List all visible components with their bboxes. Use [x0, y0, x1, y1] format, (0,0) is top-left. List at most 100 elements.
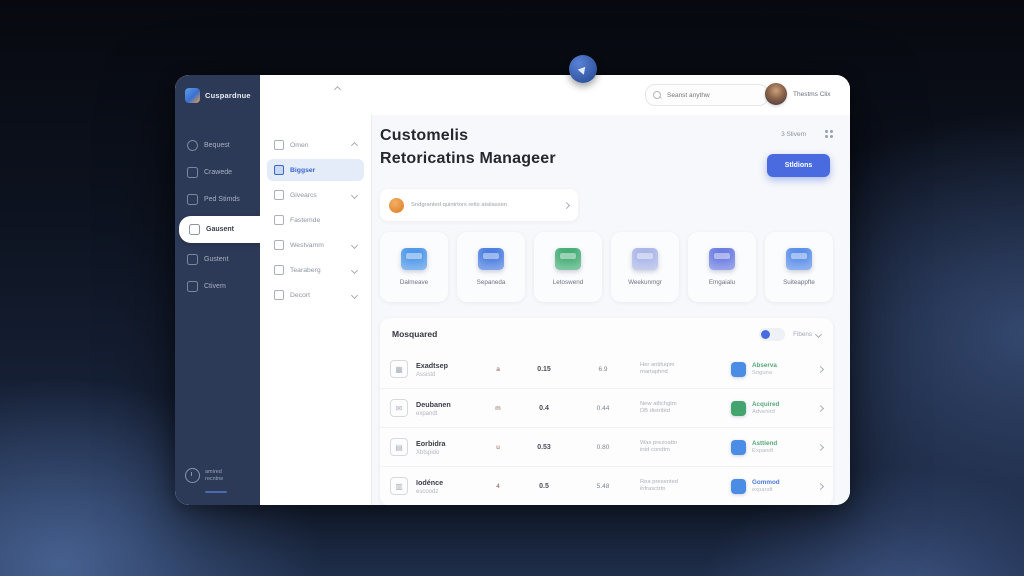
sidebar-item-label: Bequest — [204, 142, 230, 149]
subnav-item-fastemde[interactable]: Fastemde — [267, 209, 364, 231]
page-icon — [274, 140, 284, 150]
sidebar-item-gausent-active[interactable]: Gausent — [179, 216, 260, 243]
row-desc-line2: intd condtm — [640, 447, 731, 454]
page-title: Customelis Retoricatins Manageer — [380, 124, 556, 170]
app-launcher-button[interactable] — [569, 55, 597, 83]
chevron-down-icon — [815, 330, 822, 337]
chevron-right-icon — [817, 365, 824, 372]
compass-icon — [187, 140, 198, 151]
subnav-item-label: Omen — [290, 142, 346, 149]
frame-icon — [274, 215, 284, 225]
folder-icon — [189, 224, 200, 235]
chevron-down-icon — [351, 241, 358, 248]
card-icon — [274, 290, 284, 300]
secondary-sidebar: Omen Biggser Givearcs Fastemde Westvamm … — [260, 115, 372, 505]
card-label: Suiteappfte — [783, 279, 815, 286]
primary-sidebar: Cuspardnue Bequest Crawede Ped Stimds Ga… — [175, 75, 260, 505]
row-desc-line1: Was prezoatto — [640, 440, 731, 447]
card-weekunmgr[interactable]: Weekunmgr — [611, 232, 679, 302]
chevron-right-icon — [817, 443, 824, 450]
row-subtitle: expandt — [416, 411, 480, 417]
row-value: 0.15 — [516, 366, 572, 373]
chevron-up-icon — [351, 141, 358, 148]
sidebar-item-ped-stimds[interactable]: Ped Stimds — [175, 187, 260, 212]
row-name: Deubanen — [416, 400, 480, 409]
chevron-right-icon — [817, 482, 824, 489]
records-table: Mosquared Fibens ▦ Exadtsep Assistd a 0.… — [380, 318, 833, 505]
folder-icon — [401, 248, 427, 270]
reports-meta-label: 3 Slivem — [781, 131, 806, 138]
row-status-sub: Advenird — [752, 409, 818, 415]
sidebar-item-ctivem[interactable]: Ctivem — [175, 274, 260, 299]
subnav-item-givearcs[interactable]: Givearcs — [267, 184, 364, 206]
sidebar-nav: Bequest Crawede Ped Stimds Gausent Guste… — [175, 133, 260, 299]
subnav-item-label: Decort — [290, 292, 346, 299]
grid-view-icon[interactable] — [825, 130, 828, 133]
tag-icon — [274, 190, 284, 200]
card-suiteappfte[interactable]: Suiteappfte — [765, 232, 833, 302]
chevron-right-icon — [817, 404, 824, 411]
card-letoswend[interactable]: Letoswend — [534, 232, 602, 302]
sidebar-item-crawede[interactable]: Crawede — [175, 160, 260, 185]
subnav-item-label: Westvamm — [290, 242, 346, 249]
chevron-right-icon — [563, 201, 570, 208]
card-sepaneda[interactable]: Sepaneda — [457, 232, 525, 302]
user-name: Thestms Clix — [793, 91, 831, 98]
subnav-item-tearaberg[interactable]: Tearaberg — [267, 259, 364, 281]
document-icon — [632, 248, 658, 270]
sidebar-item-bequest[interactable]: Bequest — [175, 133, 260, 158]
row-desc-line2: infrasctrtn — [640, 486, 731, 493]
cursor-icon — [578, 64, 589, 75]
filter-dropdown[interactable]: Fibens — [793, 331, 821, 338]
page-title-line2: Retoricatins Manageer — [380, 147, 556, 170]
search-box[interactable] — [645, 84, 769, 106]
row-flag: 4 — [480, 483, 516, 490]
subnav-item-westvamm[interactable]: Westvamm — [267, 234, 364, 256]
app-window: Cuspardnue Bequest Crawede Ped Stimds Ga… — [175, 75, 850, 505]
avatar[interactable] — [765, 83, 787, 105]
row-status: Acquired — [752, 401, 818, 408]
app-logo[interactable]: Cuspardnue — [175, 75, 260, 103]
globe-icon — [786, 248, 812, 270]
row-subtitle: escoodz — [416, 489, 480, 495]
footer-accent-bar — [205, 491, 227, 493]
document-icon — [187, 194, 198, 205]
grid-icon — [274, 165, 284, 175]
table-row[interactable]: ✉ Deubanen expandt m 0.4 0.44 New atltch… — [380, 388, 833, 427]
sidebar-item-label: Gausent — [206, 226, 234, 233]
card-emgaialu[interactable]: Emgaialu — [688, 232, 756, 302]
chevron-down-icon — [351, 291, 358, 298]
row-desc-line1: Rea presented — [640, 479, 731, 486]
row-status-sub: expandt — [752, 487, 818, 493]
note-icon — [274, 265, 284, 275]
search-input[interactable] — [665, 91, 749, 100]
subnav-item-decort[interactable]: Decort — [267, 284, 364, 306]
subnav-item-omen[interactable]: Omen — [267, 134, 364, 156]
row-flag: u — [480, 444, 516, 451]
row-status: Gommod — [752, 479, 818, 486]
row-value: 0.53 — [516, 444, 572, 451]
row-status-sub: Soguna — [752, 370, 818, 376]
view-toggle[interactable] — [759, 328, 785, 341]
sidebar-item-gustent[interactable]: Gustent — [175, 247, 260, 272]
book-icon: ▥ — [390, 477, 408, 495]
table-row[interactable]: ▦ Exadtsep Assistd a 0.15 6.9 Her antifu… — [380, 350, 833, 388]
chevron-down-icon — [351, 191, 358, 198]
mail-icon: ✉ — [390, 399, 408, 417]
table-row[interactable]: ▤ Eorbidra Xbtspido u 0.53 0.80 Was prez… — [380, 427, 833, 466]
app-logo-icon — [185, 88, 200, 103]
row-name: Exadtsep — [416, 361, 480, 370]
quick-action-cards: Dalmeave Sepaneda Letoswend Weekunmgr Em… — [380, 232, 833, 302]
table-row[interactable]: ▥ Iodénce escoodz 4 0.5 5.48 Rea present… — [380, 466, 833, 505]
grid-icon: ▦ — [390, 360, 408, 378]
sidebar-footer-widget[interactable]: amired recntrw — [185, 468, 223, 483]
row-subtitle: Xbtspido — [416, 450, 480, 456]
primary-action-button[interactable]: Stldions — [767, 154, 830, 177]
page-title-line1: Customelis — [380, 124, 556, 147]
clock-icon — [185, 468, 200, 483]
collapse-panel-icon[interactable] — [334, 86, 341, 93]
card-dalmeave[interactable]: Dalmeave — [380, 232, 448, 302]
card-label: Sepaneda — [477, 279, 506, 286]
notification-banner[interactable]: Sndgranted quintrtors retts atsilassen — [380, 189, 578, 221]
subnav-item-biggser-active[interactable]: Biggser — [267, 159, 364, 181]
